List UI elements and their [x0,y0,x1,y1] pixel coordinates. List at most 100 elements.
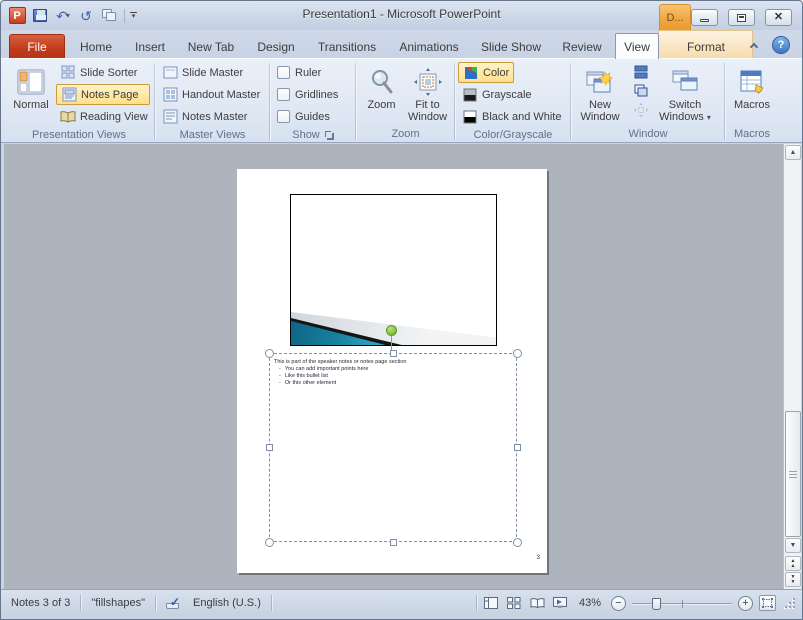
notes-page-button[interactable]: Notes Page [56,84,150,105]
minimize-button[interactable] [691,9,718,26]
selection-handle-bottom-left[interactable] [265,538,274,547]
group-master-views: Slide Master Handout Master Notes Master [156,61,269,142]
zoom-slider-thumb[interactable] [652,598,661,610]
handout-master-icon [162,87,178,103]
selection-handle-top-left[interactable] [265,349,274,358]
notes-page-icon [61,87,77,103]
zoom-slider[interactable] [632,596,732,611]
spell-check-icon: ✓ [166,597,181,609]
macros-icon [738,65,766,99]
scroll-up-icon: ▲ [790,149,797,156]
tab-animations[interactable]: Animations [391,35,467,59]
slide-show-shortcut[interactable] [552,596,569,611]
vertical-scrollbar[interactable]: ▲ ▼ ▲▲ ▼▼ [783,144,801,589]
slide-sorter-icon [60,65,76,81]
notes-master-icon [162,109,178,125]
slide-master-button[interactable]: Slide Master [158,62,266,83]
color-icon [463,65,479,81]
black-and-white-button[interactable]: Black and White [458,106,568,127]
slide-sorter-view-shortcut[interactable] [506,596,523,611]
scrollbar-thumb[interactable] [785,411,801,537]
tab-view[interactable]: View [615,33,659,59]
switch-windows-button[interactable]: Switch Windows ▾ [656,62,714,125]
fit-slide-to-window-button[interactable] [759,595,776,611]
slide-sorter-button[interactable]: Slide Sorter [56,62,150,83]
notes-page-workspace[interactable]: This is part of the speaker notes or not… [4,144,801,589]
selection-handle-middle-right[interactable] [514,444,521,451]
zoom-level[interactable]: 43% [575,597,605,609]
tab-slide-show[interactable]: Slide Show [475,35,547,59]
selection-handle-middle-left[interactable] [266,444,273,451]
theme-name[interactable]: "fillshapes" [81,590,155,616]
normal-button[interactable]: Normal [6,62,56,127]
switch-windows-icon [670,65,700,99]
selection-handle-bottom-right[interactable] [513,538,522,547]
spell-check-button[interactable]: ✓ [156,590,191,616]
fit-to-window-button[interactable]: Fit to Window [404,62,452,125]
selection-handle-top-center[interactable] [390,350,397,357]
minimize-icon [700,19,709,22]
color-button[interactable]: Color [458,62,514,83]
notes-page[interactable]: This is part of the speaker notes or not… [237,169,547,573]
fit-to-window-icon [414,65,442,99]
group-label-show: Show [292,129,320,141]
ruler-checkbox[interactable]: Ruler [277,62,353,83]
zoom-button[interactable]: Zoom [360,62,404,125]
arrange-all-icon[interactable] [633,64,649,80]
normal-view-shortcut[interactable] [483,596,500,611]
cascade-windows-icon[interactable] [633,83,649,99]
rotation-handle[interactable] [386,325,397,336]
selection-handle-bottom-center[interactable] [390,539,397,546]
status-separator [271,595,272,611]
notes-text-block[interactable]: This is part of the speaker notes or not… [274,359,504,387]
restore-button[interactable] [728,9,755,26]
tab-file[interactable]: File [9,34,65,59]
help-icon: ? [778,39,785,51]
tab-design[interactable]: Design [249,35,303,59]
tab-review[interactable]: Review [555,35,609,59]
notes-bullet-row: - Like this bullet list [274,373,504,380]
language-indicator[interactable]: English (U.S.) [191,590,271,616]
slide-indicator[interactable]: Notes 3 of 3 [1,590,80,616]
help-button[interactable]: ? [772,36,790,54]
selection-handle-top-right[interactable] [513,349,522,358]
tab-new-tab[interactable]: New Tab [181,35,241,59]
group-label-zoom: Zoom [391,128,419,140]
ribbon: Normal Slide Sorter Notes Page [1,58,802,143]
notes-master-button[interactable]: Notes Master [158,106,266,127]
previous-slide-button[interactable]: ▲▲ [785,556,801,571]
tab-transitions[interactable]: Transitions [311,35,383,59]
slide-thumbnail[interactable] [290,194,497,346]
window-resize-grip[interactable] [786,598,796,608]
zoom-out-button[interactable]: − [611,596,626,611]
show-dialog-launcher-icon[interactable] [324,130,334,140]
macros-button[interactable]: Macros [728,62,776,125]
handout-master-button[interactable]: Handout Master [158,84,266,105]
gridlines-checkbox[interactable]: Gridlines [277,84,353,105]
next-slide-button[interactable]: ▼▼ [785,572,801,587]
move-split-icon[interactable] [633,102,649,118]
scroll-down-icon: ▼ [790,542,797,549]
reading-view-shortcut[interactable] [529,596,546,611]
zoom-in-button[interactable]: + [738,596,753,611]
tab-home[interactable]: Home [73,35,119,59]
bullet-dash: - [279,373,281,380]
group-show: Ruler Gridlines Guides Show [271,61,355,142]
close-button[interactable]: ✕ [765,9,792,26]
group-label-master-views: Master Views [180,129,246,141]
status-bar: Notes 3 of 3 "fillshapes" ✓ English (U.S… [1,589,802,616]
tab-format[interactable]: Format [659,35,753,59]
reading-view-button[interactable]: Reading View [56,106,150,127]
slide-master-icon [162,65,178,81]
slide-decoration-gray-swoosh [291,195,496,345]
new-window-button[interactable]: New Window [574,62,626,125]
scroll-down-button[interactable]: ▼ [785,538,801,553]
tab-insert[interactable]: Insert [127,35,173,59]
scroll-up-button[interactable]: ▲ [785,145,801,160]
ribbon-tab-row: File Home Insert New Tab Design Transiti… [1,30,802,59]
guides-checkbox[interactable]: Guides [277,106,353,127]
drawing-tools-contextual-header[interactable]: D... [659,4,691,31]
group-label-color-grayscale: Color/Grayscale [474,129,553,141]
grayscale-button[interactable]: Grayscale [458,84,568,105]
group-presentation-views: Normal Slide Sorter Notes Page [4,61,154,142]
